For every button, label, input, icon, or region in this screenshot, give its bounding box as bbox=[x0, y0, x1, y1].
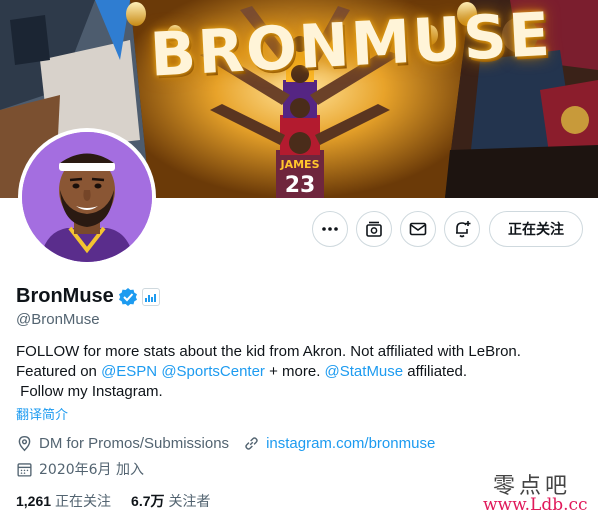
following-button[interactable]: 正在关注 bbox=[489, 211, 583, 247]
watermark-url: www.Ldb.cc bbox=[483, 495, 588, 515]
avatar-image bbox=[22, 132, 152, 262]
mail-icon bbox=[409, 222, 427, 236]
bio-line-1: FOLLOW for more stats about the kid from… bbox=[16, 343, 521, 360]
profile-joined-row: 2020年6月 加入 bbox=[16, 459, 144, 479]
more-button[interactable] bbox=[312, 211, 348, 247]
bio-line-2: Featured on @ESPN @SportsCenter + more. … bbox=[16, 363, 468, 380]
affiliation-badge-icon[interactable] bbox=[141, 287, 160, 306]
svg-text:JAMES: JAMES bbox=[280, 158, 320, 171]
profile-meta-row: DM for Promos/Submissions instagram.com/… bbox=[16, 435, 435, 452]
profile-website-link[interactable]: instagram.com/bronmuse bbox=[266, 435, 435, 452]
profile-bio: FOLLOW for more stats about the kid from… bbox=[16, 342, 582, 402]
followers-stat[interactable]: 6.7万 关注者 bbox=[131, 491, 210, 511]
subscribe-button[interactable] bbox=[356, 211, 392, 247]
subscribe-icon bbox=[366, 221, 382, 237]
bio-line-3: Follow my Instagram. bbox=[16, 383, 163, 400]
display-name: BronMuse bbox=[16, 285, 114, 307]
profile-avatar[interactable] bbox=[18, 128, 156, 266]
followers-count: 6.7万 bbox=[131, 493, 165, 509]
following-stat[interactable]: 1,261 正在关注 bbox=[16, 491, 111, 511]
message-button[interactable] bbox=[400, 211, 436, 247]
notification-add-icon bbox=[456, 221, 471, 238]
verified-badge-icon[interactable] bbox=[118, 287, 138, 307]
mention-espn-link[interactable]: @ESPN bbox=[101, 363, 157, 380]
following-label: 正在关注 bbox=[55, 494, 112, 510]
profile-handle: @BronMuse bbox=[16, 311, 100, 328]
followers-label: 关注者 bbox=[168, 494, 211, 510]
translate-bio-link[interactable]: 翻译简介 bbox=[16, 404, 68, 423]
mention-statmuse-link[interactable]: @StatMuse bbox=[325, 363, 404, 380]
profile-stats: 1,261 正在关注 6.7万 关注者 bbox=[16, 491, 211, 511]
more-icon bbox=[322, 227, 338, 231]
name-row: BronMuse bbox=[16, 285, 160, 308]
notify-button[interactable] bbox=[444, 211, 480, 247]
location-icon bbox=[18, 435, 31, 452]
profile-location: DM for Promos/Submissions bbox=[39, 435, 230, 452]
profile-joined-date: 2020年6月 加入 bbox=[39, 462, 144, 478]
svg-text:23: 23 bbox=[285, 173, 316, 198]
calendar-icon bbox=[17, 462, 32, 477]
following-count: 1,261 bbox=[16, 493, 52, 509]
mention-sportscenter-link[interactable]: @SportsCenter bbox=[161, 363, 265, 380]
link-icon bbox=[245, 437, 258, 450]
